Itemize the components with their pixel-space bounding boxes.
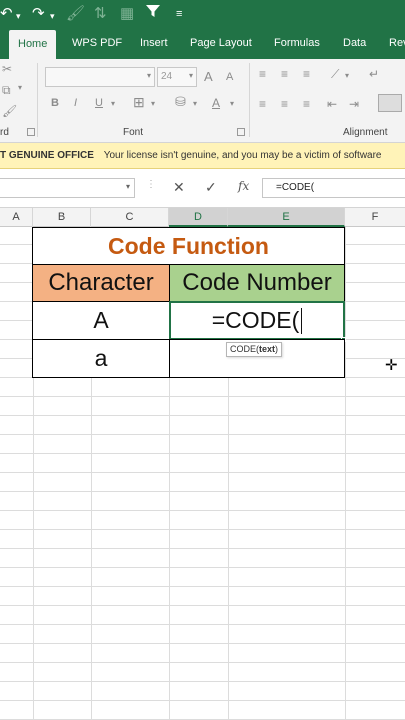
tab-wps-pdf[interactable]: WPS PDF [72, 28, 122, 59]
quick-access-toolbar: ↶ ▾ ↷ ▾ 🖌 ⇅ ▦ ≡ [0, 0, 405, 28]
name-box-dropdown-icon[interactable]: ▾ [126, 182, 130, 191]
column-header-f[interactable]: F [345, 208, 405, 227]
redo-dropdown-icon[interactable]: ▾ [50, 6, 55, 26]
sort-icon[interactable]: ⇅ [94, 4, 107, 24]
tooltip-argument: text [259, 344, 276, 354]
filter-icon[interactable] [146, 4, 160, 24]
ribbon-tabs: Home WPS PDF Insert Page Layout Formulas… [0, 28, 405, 59]
shrink-font-button[interactable]: A [226, 71, 233, 83]
warning-message: Your license isn't genuine, and you may … [103, 150, 382, 161]
font-color-dropdown-icon[interactable]: ▾ [230, 99, 234, 108]
alignment-group-label: Alignment [343, 127, 388, 138]
table-title[interactable]: Code Function [32, 227, 345, 265]
cancel-icon[interactable]: ✕ [173, 179, 185, 196]
tab-data[interactable]: Data [343, 28, 366, 59]
fill-color-icon[interactable]: ⛁ [175, 94, 186, 110]
wrap-text-icon[interactable]: ↵ [369, 67, 379, 81]
column-header-a[interactable]: A [0, 208, 33, 227]
cell-select-cursor-icon: ✛ [385, 357, 398, 374]
column-header-b[interactable]: B [33, 208, 91, 227]
grow-font-button[interactable]: A [204, 69, 213, 84]
cell-character-a-lower[interactable]: a [32, 339, 170, 378]
active-cell-formula-text: =CODE( [211, 307, 300, 333]
underline-button[interactable]: U [95, 97, 103, 109]
tooltip-function-name: CODE( [230, 344, 259, 354]
font-size-select[interactable]: 24 ▾ [157, 67, 197, 87]
font-color-button[interactable]: A [212, 96, 220, 110]
name-box[interactable]: ▾ [0, 178, 135, 198]
merge-center-icon[interactable] [378, 94, 402, 112]
align-top-icon[interactable]: ≡ [259, 67, 266, 81]
orientation-dropdown-icon[interactable]: ▾ [345, 71, 349, 80]
tab-formulas[interactable]: Formulas [274, 28, 320, 59]
license-warning-bar: T GENUINE OFFICE Your license isn't genu… [0, 143, 405, 169]
font-size-value: 24 [161, 71, 173, 82]
align-middle-icon[interactable]: ≡ [281, 67, 288, 81]
copy-dropdown-icon[interactable]: ▾ [18, 83, 22, 92]
column-headers: A B C D E F [0, 208, 405, 227]
font-name-select[interactable]: ▾ [45, 67, 155, 87]
tooltip-close-paren: ) [275, 344, 279, 354]
decrease-indent-icon[interactable]: ⇤ [327, 97, 337, 111]
fill-color-dropdown-icon[interactable]: ▾ [193, 99, 197, 108]
format-painter-small-icon[interactable]: 🖌 [2, 104, 17, 118]
clipboard-group-label: rd [0, 127, 9, 138]
bold-button[interactable]: B [51, 97, 59, 109]
header-code-number[interactable]: Code Number [169, 264, 345, 302]
tab-page-layout[interactable]: Page Layout [190, 28, 252, 59]
orientation-icon[interactable]: ⟋ [331, 67, 339, 82]
align-right-icon[interactable]: ≡ [303, 97, 310, 111]
customize-toolbar-icon[interactable]: ≡ [176, 4, 182, 24]
font-launcher-icon[interactable] [237, 128, 245, 136]
formula-input[interactable]: =CODE( [262, 178, 405, 198]
copy-icon[interactable]: ⧉ [2, 83, 11, 98]
column-header-d[interactable]: D [169, 208, 228, 227]
align-bottom-icon[interactable]: ≡ [303, 67, 310, 81]
borders-icon[interactable]: ⊞ [133, 94, 145, 111]
column-header-e[interactable]: E [228, 208, 345, 227]
insert-function-icon[interactable]: fx [238, 179, 249, 193]
align-center-icon[interactable]: ≡ [281, 97, 288, 111]
enter-icon[interactable]: ✓ [205, 179, 217, 196]
undo-dropdown-icon[interactable]: ▾ [16, 6, 21, 26]
font-group-label: Font [123, 127, 144, 138]
warning-title: T GENUINE OFFICE [0, 150, 94, 161]
increase-indent-icon[interactable]: ⇥ [349, 97, 359, 111]
tab-home[interactable]: Home [9, 30, 57, 59]
borders-dropdown-icon[interactable]: ▾ [151, 99, 155, 108]
header-character[interactable]: Character [32, 264, 170, 302]
tab-insert[interactable]: Insert [140, 28, 168, 59]
undo-icon[interactable]: ↶ [0, 4, 13, 24]
align-left-icon[interactable]: ≡ [259, 97, 266, 111]
cut-icon[interactable]: ✂ [2, 62, 12, 76]
italic-button[interactable]: I [74, 97, 77, 109]
redo-icon[interactable]: ↷ [32, 4, 45, 24]
formula-bar: ▾ ⋮ ✕ ✓ fx =CODE( [0, 169, 405, 208]
text-caret [301, 307, 303, 334]
format-painter-icon[interactable]: 🖌 [66, 4, 85, 24]
tab-review[interactable]: Rev [389, 28, 405, 59]
ribbon-home: ✂ ⧉ ▾ 🖌 rd ▾ 24 ▾ A A B I U ▾ ⊞ ▾ ⛁ ▾ A … [0, 59, 405, 143]
formula-bar-grip-icon[interactable]: ⋮ [146, 179, 156, 190]
clipboard-launcher-icon[interactable] [27, 128, 35, 136]
function-tooltip[interactable]: CODE(text) [226, 342, 283, 357]
active-cell-code-formula[interactable]: =CODE( [169, 301, 345, 340]
column-header-c[interactable]: C [91, 208, 169, 227]
underline-dropdown-icon[interactable]: ▾ [111, 99, 115, 108]
chart-icon[interactable]: ▦ [120, 4, 134, 24]
cell-character-a-upper[interactable]: A [32, 301, 170, 340]
